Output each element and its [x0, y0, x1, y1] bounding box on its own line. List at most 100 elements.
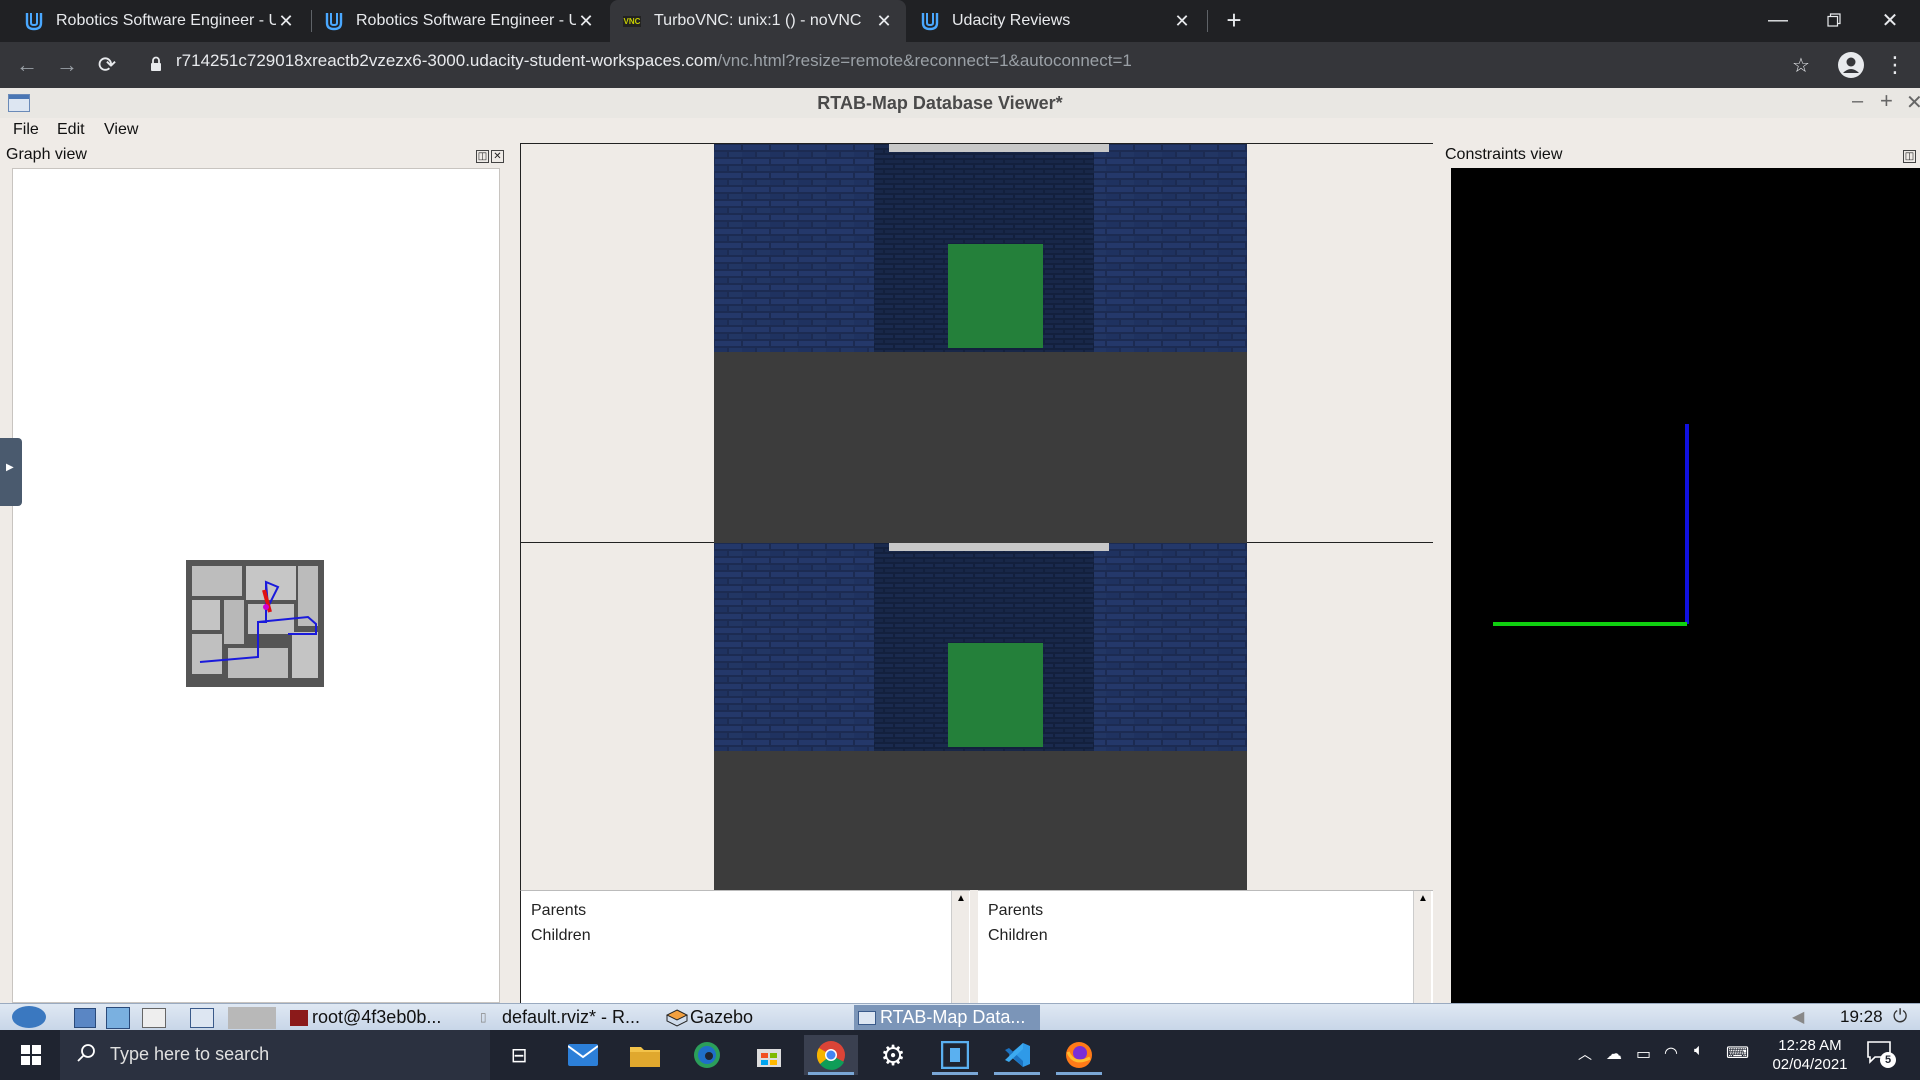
close-icon[interactable]: ✕ [276, 11, 296, 32]
firefox-icon[interactable] [1052, 1035, 1106, 1075]
rtabmap-window-icon [858, 1010, 876, 1025]
taskbar-search-box[interactable]: Type here to search [60, 1030, 490, 1080]
scroll-up-icon[interactable]: ▲ [956, 893, 966, 904]
left-info-scrollbar[interactable]: ▲ [951, 891, 969, 1003]
camera-image-top [714, 144, 1247, 543]
app-titlebar: RTAB-Map Database Viewer* – + ✕ [0, 88, 1920, 118]
mail-icon[interactable] [556, 1035, 610, 1075]
float-icon[interactable]: ◫ [1903, 150, 1916, 163]
task-view-icon[interactable]: ⊟ [492, 1035, 546, 1075]
vnc-canvas[interactable]: RTAB-Map Database Viewer* – + ✕ File Edi… [0, 88, 1920, 1003]
network-icon[interactable] [106, 1007, 130, 1029]
vnc-icon: VNC [622, 11, 642, 31]
tab-robotics-1[interactable]: Robotics Software Engineer - Ud ✕ [12, 0, 308, 42]
profile-avatar-icon[interactable] [1838, 52, 1864, 78]
workspace-switcher[interactable] [228, 1007, 276, 1029]
battery-icon[interactable]: ▭ [1636, 1044, 1651, 1064]
onedrive-cloud-icon[interactable]: ☁ [1606, 1044, 1622, 1064]
tab-title: Udacity Reviews [952, 12, 1071, 29]
power-icon[interactable]: ⏻ [1893, 1006, 1907, 1027]
windows-taskbar: Type here to search ⊟ ⚙ ︿ ☁ ▭ ◠ 🔈︎ ⌨ 12:… [0, 1030, 1920, 1080]
vscode-icon[interactable] [990, 1035, 1044, 1075]
store-icon[interactable] [742, 1035, 796, 1075]
tab-title: Robotics Software Engineer - Ud [356, 12, 576, 29]
side-panel-handle[interactable]: ▶ [0, 438, 22, 506]
menu-edit[interactable]: Edit [57, 121, 85, 139]
right-info-scrollbar[interactable]: ▲ [1413, 891, 1431, 1003]
tab-robotics-2[interactable]: Robotics Software Engineer - Ud ✕ [312, 0, 608, 42]
taskbar-time: 12:28 AM [1778, 1037, 1842, 1054]
green-box-top [948, 244, 1043, 348]
url-host: r714251c729018xreactb2vzezx6-3000.udacit… [176, 51, 718, 70]
bookmark-star-icon[interactable]: ☆ [1786, 50, 1816, 80]
edge-browser-icon[interactable] [680, 1035, 734, 1075]
file-manager-icon[interactable] [74, 1008, 96, 1028]
task-label: RTAB-Map Data... [880, 1007, 1026, 1027]
settings-gear-icon[interactable]: ⚙ [866, 1035, 920, 1075]
keyboard-icon[interactable]: ⌨ [1726, 1043, 1749, 1063]
terminal-icon [290, 1009, 308, 1026]
app-minimize-icon[interactable]: – [1852, 90, 1863, 113]
udacity-icon [24, 11, 44, 31]
taskbar-date: 02/04/2021 [1772, 1056, 1848, 1073]
windows-start-icon[interactable] [4, 1035, 58, 1075]
constraints-canvas[interactable] [1451, 168, 1920, 1003]
image-view-top[interactable] [520, 143, 1433, 543]
show-hidden-icons-icon[interactable]: ︿ [1578, 1044, 1592, 1064]
left-children-label: Children [531, 927, 591, 944]
wifi-icon[interactable]: ◠ [1664, 1043, 1678, 1063]
app-close-icon[interactable]: ✕ [1906, 90, 1920, 115]
occupancy-grid-map [186, 560, 324, 687]
right-info-list[interactable]: Parents Children ▲ [978, 890, 1433, 1003]
menu-view[interactable]: View [104, 121, 138, 139]
lock-icon [150, 56, 162, 77]
udacity-icon [324, 11, 344, 31]
close-icon[interactable]: ✕ [874, 11, 894, 32]
search-icon [76, 1043, 96, 1068]
close-icon[interactable]: ✕ [491, 150, 504, 163]
close-icon[interactable]: ✕ [576, 11, 596, 32]
close-icon[interactable]: ✕ [1172, 11, 1192, 32]
file-explorer-icon[interactable] [618, 1035, 672, 1075]
taskbar-clock[interactable]: 12:28 AM 02/04/2021 [1770, 1036, 1850, 1074]
tab-udacity-reviews[interactable]: Udacity Reviews ✕ [908, 0, 1204, 42]
new-tab-button[interactable]: + [1220, 6, 1248, 34]
constraints-view-panel: Constraints view ◫ [1433, 143, 1920, 1003]
graph-canvas[interactable] [12, 168, 500, 1003]
right-parents-label: Parents [988, 902, 1044, 919]
app-title: RTAB-Map Database Viewer* [817, 93, 1063, 113]
task-rviz[interactable]: ▯ default.rviz* - R... [480, 1006, 660, 1029]
menu-file[interactable]: File [13, 121, 39, 139]
browser-toolbar: ← → ⟳ r714251c729018xreactb2vzezx6-3000.… [0, 42, 1920, 88]
app-maximize-icon[interactable]: + [1880, 88, 1893, 114]
window-launcher-icon[interactable] [190, 1008, 214, 1028]
task-rtabmap[interactable]: RTAB-Map Data... [854, 1005, 1040, 1030]
notification-center-icon[interactable]: 5 [1866, 1040, 1900, 1070]
remote-panel-bar: root@4f3eb0b... ▯ default.rviz* - R... G… [0, 1003, 1920, 1030]
back-arrow-icon[interactable]: ← [12, 50, 42, 80]
float-icon[interactable]: ◫ [476, 150, 489, 163]
tab-turbovnc[interactable]: VNC TurboVNC: unix:1 () - noVNC ✕ [610, 0, 906, 42]
image-view-bottom[interactable] [520, 543, 1433, 890]
minimize-window-icon[interactable]: — [1750, 0, 1806, 40]
tab-title: TurboVNC: unix:1 () - noVNC [654, 12, 862, 29]
task-gazebo[interactable]: Gazebo [665, 1006, 816, 1029]
close-window-icon[interactable]: ✕ [1862, 0, 1918, 40]
start-menu-icon[interactable] [12, 1006, 46, 1028]
volume-icon[interactable]: ◀ [1792, 1007, 1804, 1027]
more-menu-icon[interactable]: ⋮ [1880, 50, 1910, 80]
url-text: r714251c729018xreactb2vzezx6-3000.udacit… [176, 51, 1132, 71]
left-info-list[interactable]: Parents Children ▲ [520, 890, 970, 1003]
restore-window-icon[interactable] [1806, 0, 1862, 40]
graph-view-panel: Graph view ◫ ✕ [0, 143, 515, 1003]
speaker-icon[interactable]: 🔈︎ [1694, 1042, 1704, 1060]
forward-arrow-icon[interactable]: → [52, 50, 82, 80]
task-terminal[interactable]: root@4f3eb0b... [290, 1006, 470, 1029]
remote-app-icon[interactable] [928, 1035, 982, 1075]
scroll-up-icon[interactable]: ▲ [1418, 893, 1428, 904]
task-label: root@4f3eb0b... [312, 1007, 442, 1027]
reload-icon[interactable]: ⟳ [92, 50, 122, 80]
terminal-launcher-icon[interactable] [142, 1008, 166, 1028]
right-children-label: Children [988, 927, 1048, 944]
chrome-icon[interactable] [804, 1035, 858, 1075]
